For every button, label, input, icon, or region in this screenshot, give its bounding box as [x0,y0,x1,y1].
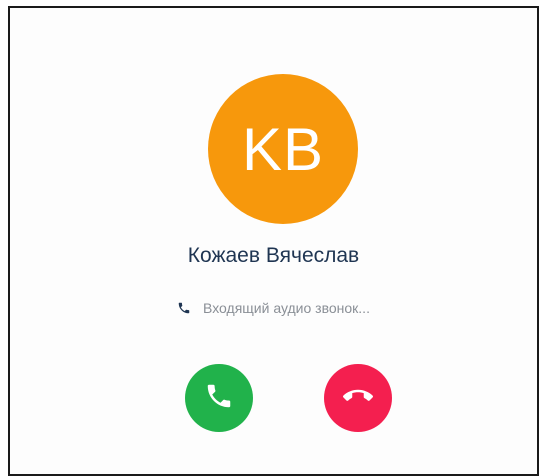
call-status-text: Входящий аудио звонок... [203,300,370,316]
call-status: Входящий аудио звонок... [10,300,537,316]
caller-name: Кожаев Вячеслав [187,244,360,267]
phone-accept-icon [204,381,234,416]
phone-hangup-icon [342,381,373,416]
avatar: KB [208,74,358,224]
phone-icon [177,301,191,315]
incoming-call-panel: KB Кожаев Вячеслав Входящий аудио звонок… [8,6,539,476]
avatar-initials: KB [241,115,325,183]
decline-call-button[interactable] [324,364,392,432]
accept-call-button[interactable] [185,364,253,432]
